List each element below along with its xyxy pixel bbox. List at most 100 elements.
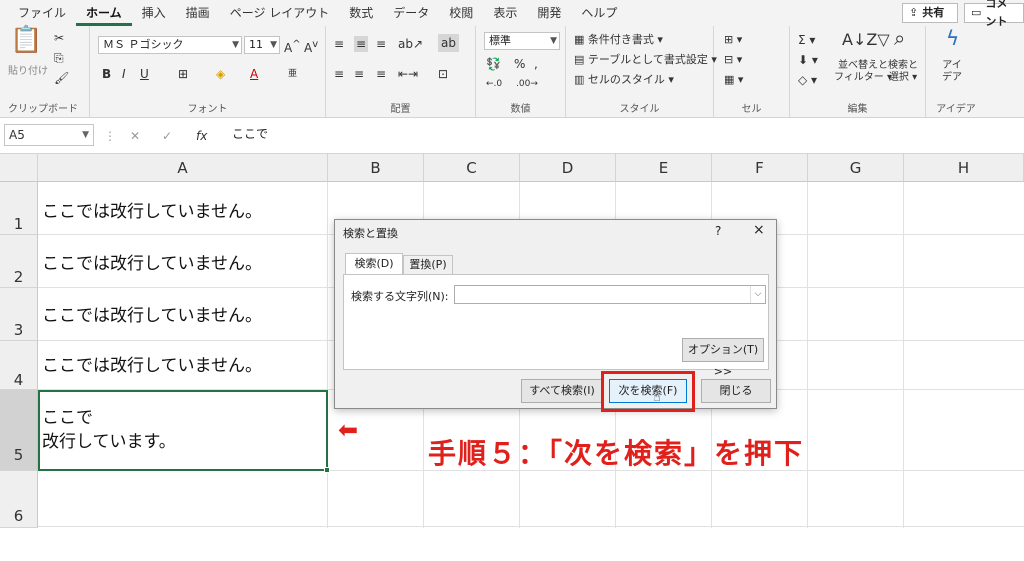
sort-filter-icon[interactable]: A↓Z▽: [842, 32, 890, 48]
italic-button[interactable]: I: [122, 66, 126, 82]
phonetic-icon[interactable]: 亜: [288, 66, 297, 82]
share-button[interactable]: ⇪ 共有: [902, 3, 958, 23]
tab-home[interactable]: ホーム: [76, 2, 132, 26]
conditional-format-button[interactable]: ▦ 条件付き書式 ▾: [574, 32, 663, 48]
help-button[interactable]: ?: [715, 224, 721, 238]
align-right-icon[interactable]: ≡: [376, 66, 386, 82]
number-format-dropdown[interactable]: 標準 ▼: [484, 32, 560, 50]
find-select-button[interactable]: 検索と 選択 ▾: [888, 60, 918, 84]
fill-icon[interactable]: ⬇ ▾: [798, 52, 818, 68]
row-header-5[interactable]: 5: [0, 390, 38, 471]
row-header-3[interactable]: 3: [0, 288, 38, 341]
column-header-h[interactable]: H: [904, 154, 1024, 182]
find-what-input[interactable]: ⌵: [454, 285, 766, 304]
select-all-corner[interactable]: [0, 154, 38, 182]
align-bottom-icon[interactable]: ≡: [376, 36, 386, 52]
tab-help[interactable]: ヘルプ: [571, 2, 627, 26]
font-name-dropdown[interactable]: ＭＳ Ｐゴシック ▼: [98, 36, 242, 54]
cell-a1[interactable]: ここでは改行していません。: [42, 200, 262, 224]
paste-icon[interactable]: 📋: [10, 27, 42, 53]
column-header-c[interactable]: C: [424, 154, 520, 182]
row-header-2[interactable]: 2: [0, 235, 38, 288]
align-center-icon[interactable]: ≡: [354, 66, 364, 82]
increase-font-icon[interactable]: A^: [284, 37, 301, 56]
cell-a5-selection[interactable]: ここで 改行しています。: [38, 390, 330, 473]
formula-input[interactable]: ここで: [232, 124, 268, 146]
tab-data[interactable]: データ: [383, 2, 439, 26]
delete-cells-button[interactable]: ⊟ ▾: [724, 52, 742, 68]
indent-icon[interactable]: ⇤⇥: [398, 66, 418, 82]
tab-find[interactable]: 検索(D): [345, 253, 403, 275]
column-header-e[interactable]: E: [616, 154, 712, 182]
decrease-decimal-icon[interactable]: .00→: [516, 76, 538, 92]
format-painter-icon[interactable]: 🖌: [54, 70, 69, 86]
format-cells-button[interactable]: ▦ ▾: [724, 72, 743, 88]
clipboard-group: 📋 貼り付け ✂ ⎘ 🖌 クリップボード: [0, 26, 90, 118]
column-header-b[interactable]: B: [328, 154, 424, 182]
tab-page-layout[interactable]: ページ レイアウト: [220, 2, 340, 26]
tab-file[interactable]: ファイル: [8, 2, 76, 26]
autosum-icon[interactable]: Σ ▾: [798, 32, 815, 48]
currency-icon[interactable]: 💱: [486, 56, 501, 72]
paste-label[interactable]: 貼り付け: [8, 64, 48, 80]
options-button[interactable]: オプション(T) >>: [682, 338, 764, 378]
format-as-table-button[interactable]: ▤ テーブルとして書式設定 ▾: [574, 52, 717, 68]
borders-icon[interactable]: ⊞: [178, 66, 188, 82]
clear-icon[interactable]: ◇ ▾: [798, 72, 817, 88]
name-box[interactable]: A5 ▼: [4, 124, 94, 146]
column-header-a[interactable]: A: [38, 154, 328, 182]
ideas-button[interactable]: アイ デア: [942, 60, 962, 84]
cell-styles-button[interactable]: ▥ セルのスタイル ▾: [574, 72, 674, 88]
font-color-icon[interactable]: A: [250, 66, 258, 82]
font-size-dropdown[interactable]: 11 ▼: [244, 36, 280, 54]
align-middle-icon[interactable]: ≡: [354, 36, 369, 52]
find-next-button[interactable]: 次を検索(F): [609, 379, 687, 403]
cut-icon[interactable]: ✂: [54, 30, 64, 46]
column-header-d[interactable]: D: [520, 154, 616, 182]
lightning-icon[interactable]: ϟ: [946, 28, 959, 48]
search-icon[interactable]: ⌕: [894, 28, 905, 48]
tab-draw[interactable]: 描画: [176, 2, 220, 26]
tab-review[interactable]: 校閲: [439, 2, 483, 26]
row-header-4[interactable]: 4: [0, 341, 38, 390]
tab-developer[interactable]: 開発: [527, 2, 571, 26]
cursor-hand-icon: ☝: [653, 390, 661, 405]
row-header-1[interactable]: 1: [0, 182, 38, 235]
wrap-text-icon[interactable]: ab: [438, 34, 459, 52]
increase-decimal-icon[interactable]: ←.0: [486, 76, 502, 92]
column-header-g[interactable]: G: [808, 154, 904, 182]
cell-a4[interactable]: ここでは改行していません。: [42, 354, 262, 378]
close-button[interactable]: 閉じる: [701, 379, 771, 403]
chevron-down-icon[interactable]: ⌵: [750, 286, 765, 303]
find-all-button[interactable]: すべて検索(I): [521, 379, 603, 403]
underline-button[interactable]: U: [140, 66, 149, 82]
align-top-icon[interactable]: ≡: [334, 36, 344, 52]
comment-button[interactable]: ▭ コメント: [964, 0, 1024, 28]
cancel-icon[interactable]: ✕: [130, 128, 140, 144]
cell-a3[interactable]: ここでは改行していません。: [42, 304, 262, 328]
align-left-icon[interactable]: ≡: [334, 66, 344, 82]
tab-formulas[interactable]: 数式: [339, 2, 383, 26]
fill-color-icon[interactable]: ◈: [216, 66, 225, 82]
enter-icon[interactable]: ✓: [162, 128, 172, 144]
percent-icon[interactable]: %: [514, 56, 525, 72]
comma-icon[interactable]: ,: [534, 56, 538, 72]
bold-button[interactable]: B: [102, 66, 111, 82]
column-header-f[interactable]: F: [712, 154, 808, 182]
merge-icon[interactable]: ⊡: [438, 66, 448, 82]
tab-view[interactable]: 表示: [483, 2, 527, 26]
copy-icon[interactable]: ⎘: [54, 50, 64, 66]
dialog-tab-panel: 検索する文字列(N): ⌵ オプション(T) >>: [343, 274, 769, 378]
style-group-label: スタイル: [619, 104, 660, 115]
decrease-font-icon[interactable]: Av: [304, 37, 318, 56]
tab-replace[interactable]: 置換(P): [403, 255, 453, 275]
insert-cells-button[interactable]: ⊞ ▾: [724, 32, 742, 48]
close-icon[interactable]: ×: [753, 222, 765, 238]
orientation-icon[interactable]: ab↗: [398, 36, 423, 52]
function-icon[interactable]: fx: [196, 128, 207, 144]
cell-a2[interactable]: ここでは改行していません。: [42, 252, 262, 276]
sort-filter-button[interactable]: 並べ替えと フィルター ▾: [834, 60, 892, 84]
fill-handle[interactable]: [324, 467, 330, 473]
tab-insert[interactable]: 挿入: [132, 2, 176, 26]
row-header-6[interactable]: 6: [0, 471, 38, 528]
